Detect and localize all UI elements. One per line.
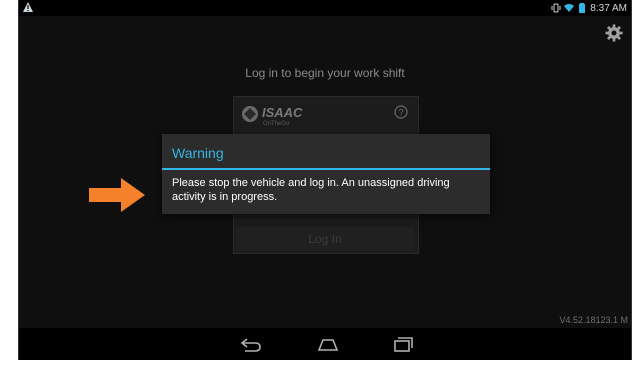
status-time: 8:37 AM: [590, 2, 627, 14]
status-indicators: 8:37 AM: [551, 1, 627, 15]
status-bar: 8:37 AM: [19, 0, 631, 16]
dialog-message: Please stop the vehicle and log in. An u…: [172, 177, 450, 203]
vibrate-icon: [551, 3, 561, 13]
logo-text: ISAAC: [262, 105, 303, 120]
home-icon[interactable]: [316, 334, 340, 354]
help-icon[interactable]: ?: [394, 105, 408, 119]
version-label: V4.52.18123.1 M: [559, 315, 628, 325]
dialog-title: Warning: [162, 134, 490, 170]
navigation-bar: [19, 328, 631, 360]
wifi-icon: [564, 4, 575, 12]
login-button[interactable]: Log In: [236, 227, 414, 251]
login-prompt: Log in to begin your work shift: [245, 66, 405, 80]
recent-apps-icon[interactable]: [391, 334, 415, 354]
alert-icon: [23, 2, 33, 12]
pointer-arrow: [89, 178, 145, 212]
logo-subtext: OnTheGo: [263, 121, 290, 127]
warning-dialog: Warning Please stop the vehicle and log …: [162, 134, 490, 214]
svg-text:?: ?: [398, 108, 403, 118]
back-icon[interactable]: [239, 334, 263, 354]
gear-icon[interactable]: [605, 24, 623, 42]
battery-icon: [579, 3, 586, 13]
isaac-logo: ISAAC OnTheGo: [242, 105, 303, 127]
